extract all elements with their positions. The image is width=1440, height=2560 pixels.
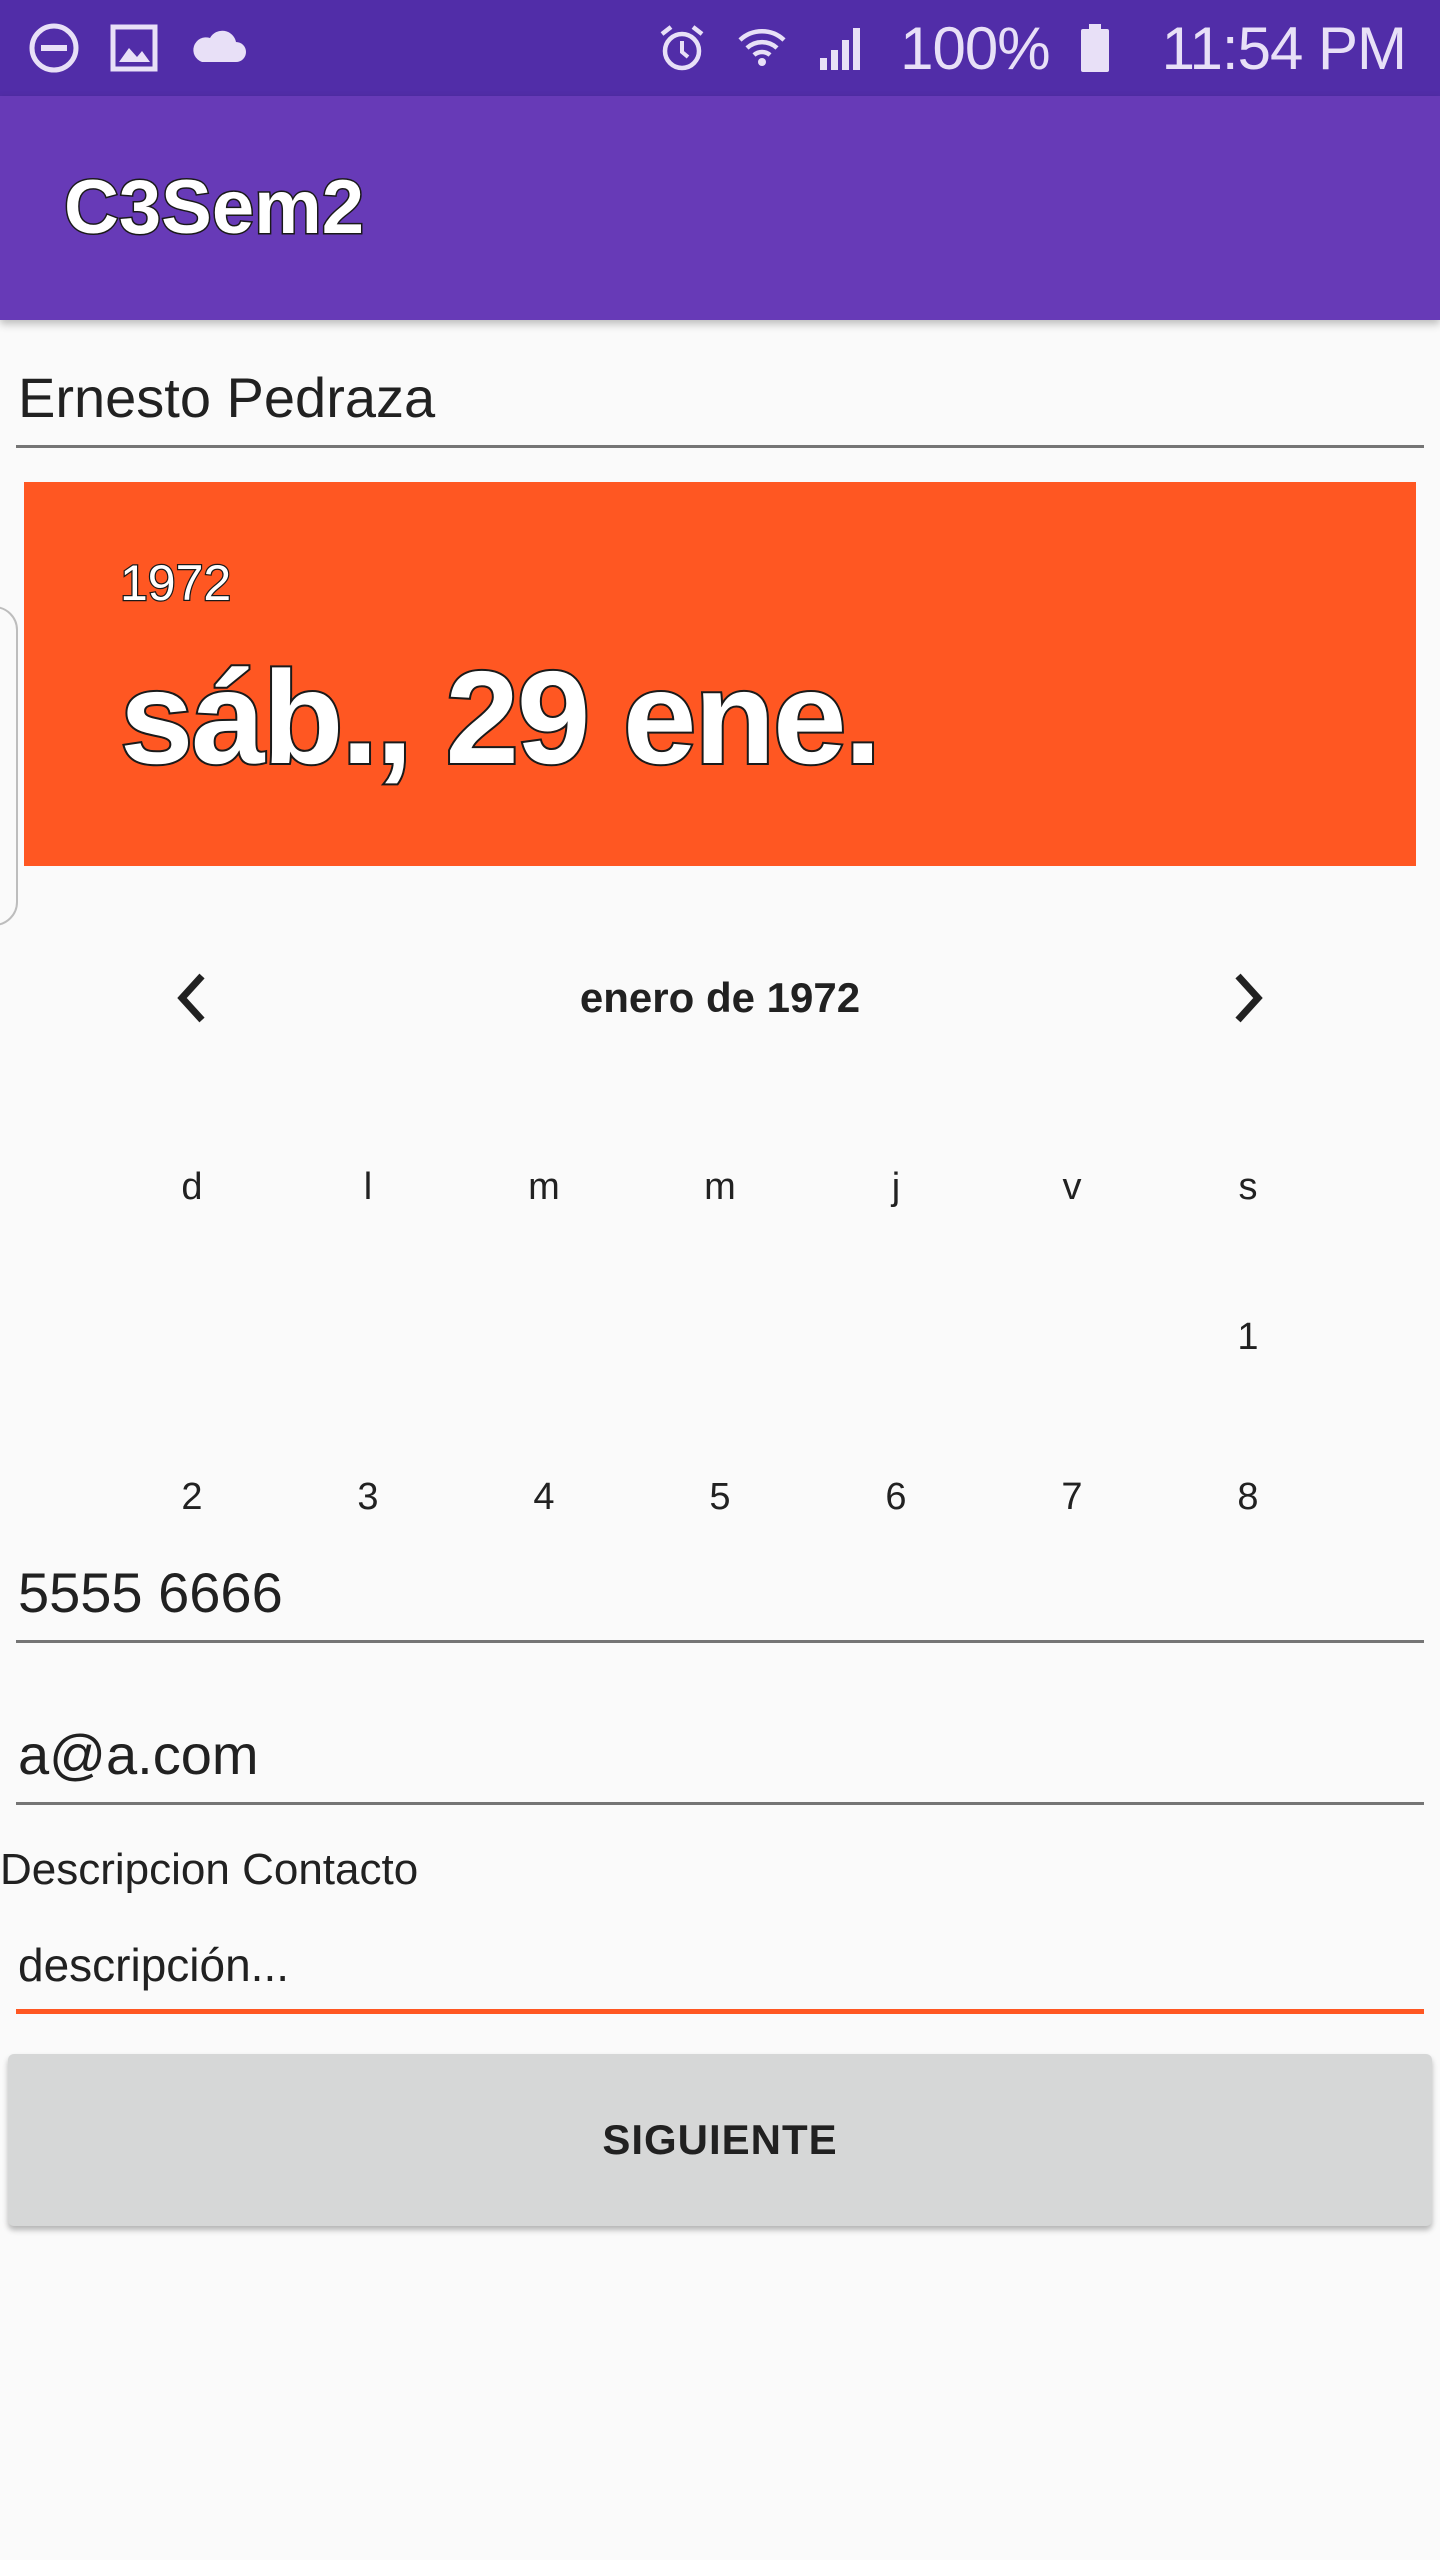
phone-field[interactable]: 5555 6666 [16,1565,1424,1643]
date-picker-year[interactable]: 1972 [119,554,233,613]
month-navigation: enero de 1972 [0,960,1440,1040]
weekday-label: j [891,1166,901,1208]
calendar-day[interactable]: 7 [1012,1476,1132,1519]
alarm-icon [656,22,708,74]
date-picker-selected-date[interactable]: sáb., 29 ene. [118,642,883,793]
calendar-day[interactable]: 3 [308,1476,428,1519]
name-field[interactable]: Ernesto Pedraza [16,370,1424,448]
status-bar: 100% 11:54 PM [0,0,1440,96]
status-bar-right: 100% 11:54 PM [656,14,1407,83]
description-field[interactable]: descripción... [16,1942,1424,2014]
status-bar-clock: 11:54 PM [1161,14,1407,82]
email-field-value: a@a.com [18,1723,259,1786]
battery-percentage: 100% [900,14,1050,82]
cloud-icon [188,22,248,74]
next-button-label: SIGUIENTE [602,2116,838,2163]
chevron-right-icon [1228,970,1268,1031]
weekday-label: v [1062,1166,1082,1208]
calendar-day[interactable]: 5 [660,1476,780,1519]
signal-icon [816,22,868,74]
gallery-icon [108,22,160,74]
next-button[interactable]: SIGUIENTE [8,2054,1432,2226]
status-bar-left [28,22,248,74]
date-picker-frame-edge [0,606,18,926]
calendar-day[interactable]: 4 [484,1476,604,1519]
weekday-label: m [528,1166,560,1208]
calendar-day[interactable]: 1 [1188,1316,1308,1359]
wifi-icon [736,22,788,74]
weekday-label: m [704,1166,736,1208]
weekday-label: s [1238,1166,1258,1208]
description-field-value: descripción... [18,1939,290,1991]
phone-field-value: 5555 6666 [18,1561,283,1624]
calendar-day[interactable]: 6 [836,1476,956,1519]
name-field-value: Ernesto Pedraza [18,366,436,429]
weekday-label: d [181,1166,203,1208]
do-not-disturb-icon [28,22,80,74]
app-bar: C3Sem2 [0,96,1440,320]
email-field[interactable]: a@a.com [16,1727,1424,1805]
app-title: C3Sem2 [63,164,366,252]
description-label: Descripcion Contacto [0,1845,419,1894]
weekday-label: l [363,1166,373,1208]
date-picker-header: 1972 sáb., 29 ene. [24,482,1416,866]
calendar-day[interactable]: 2 [132,1476,252,1519]
battery-icon [1078,22,1112,74]
next-month-button[interactable] [1208,960,1288,1040]
calendar-day[interactable]: 8 [1188,1476,1308,1519]
